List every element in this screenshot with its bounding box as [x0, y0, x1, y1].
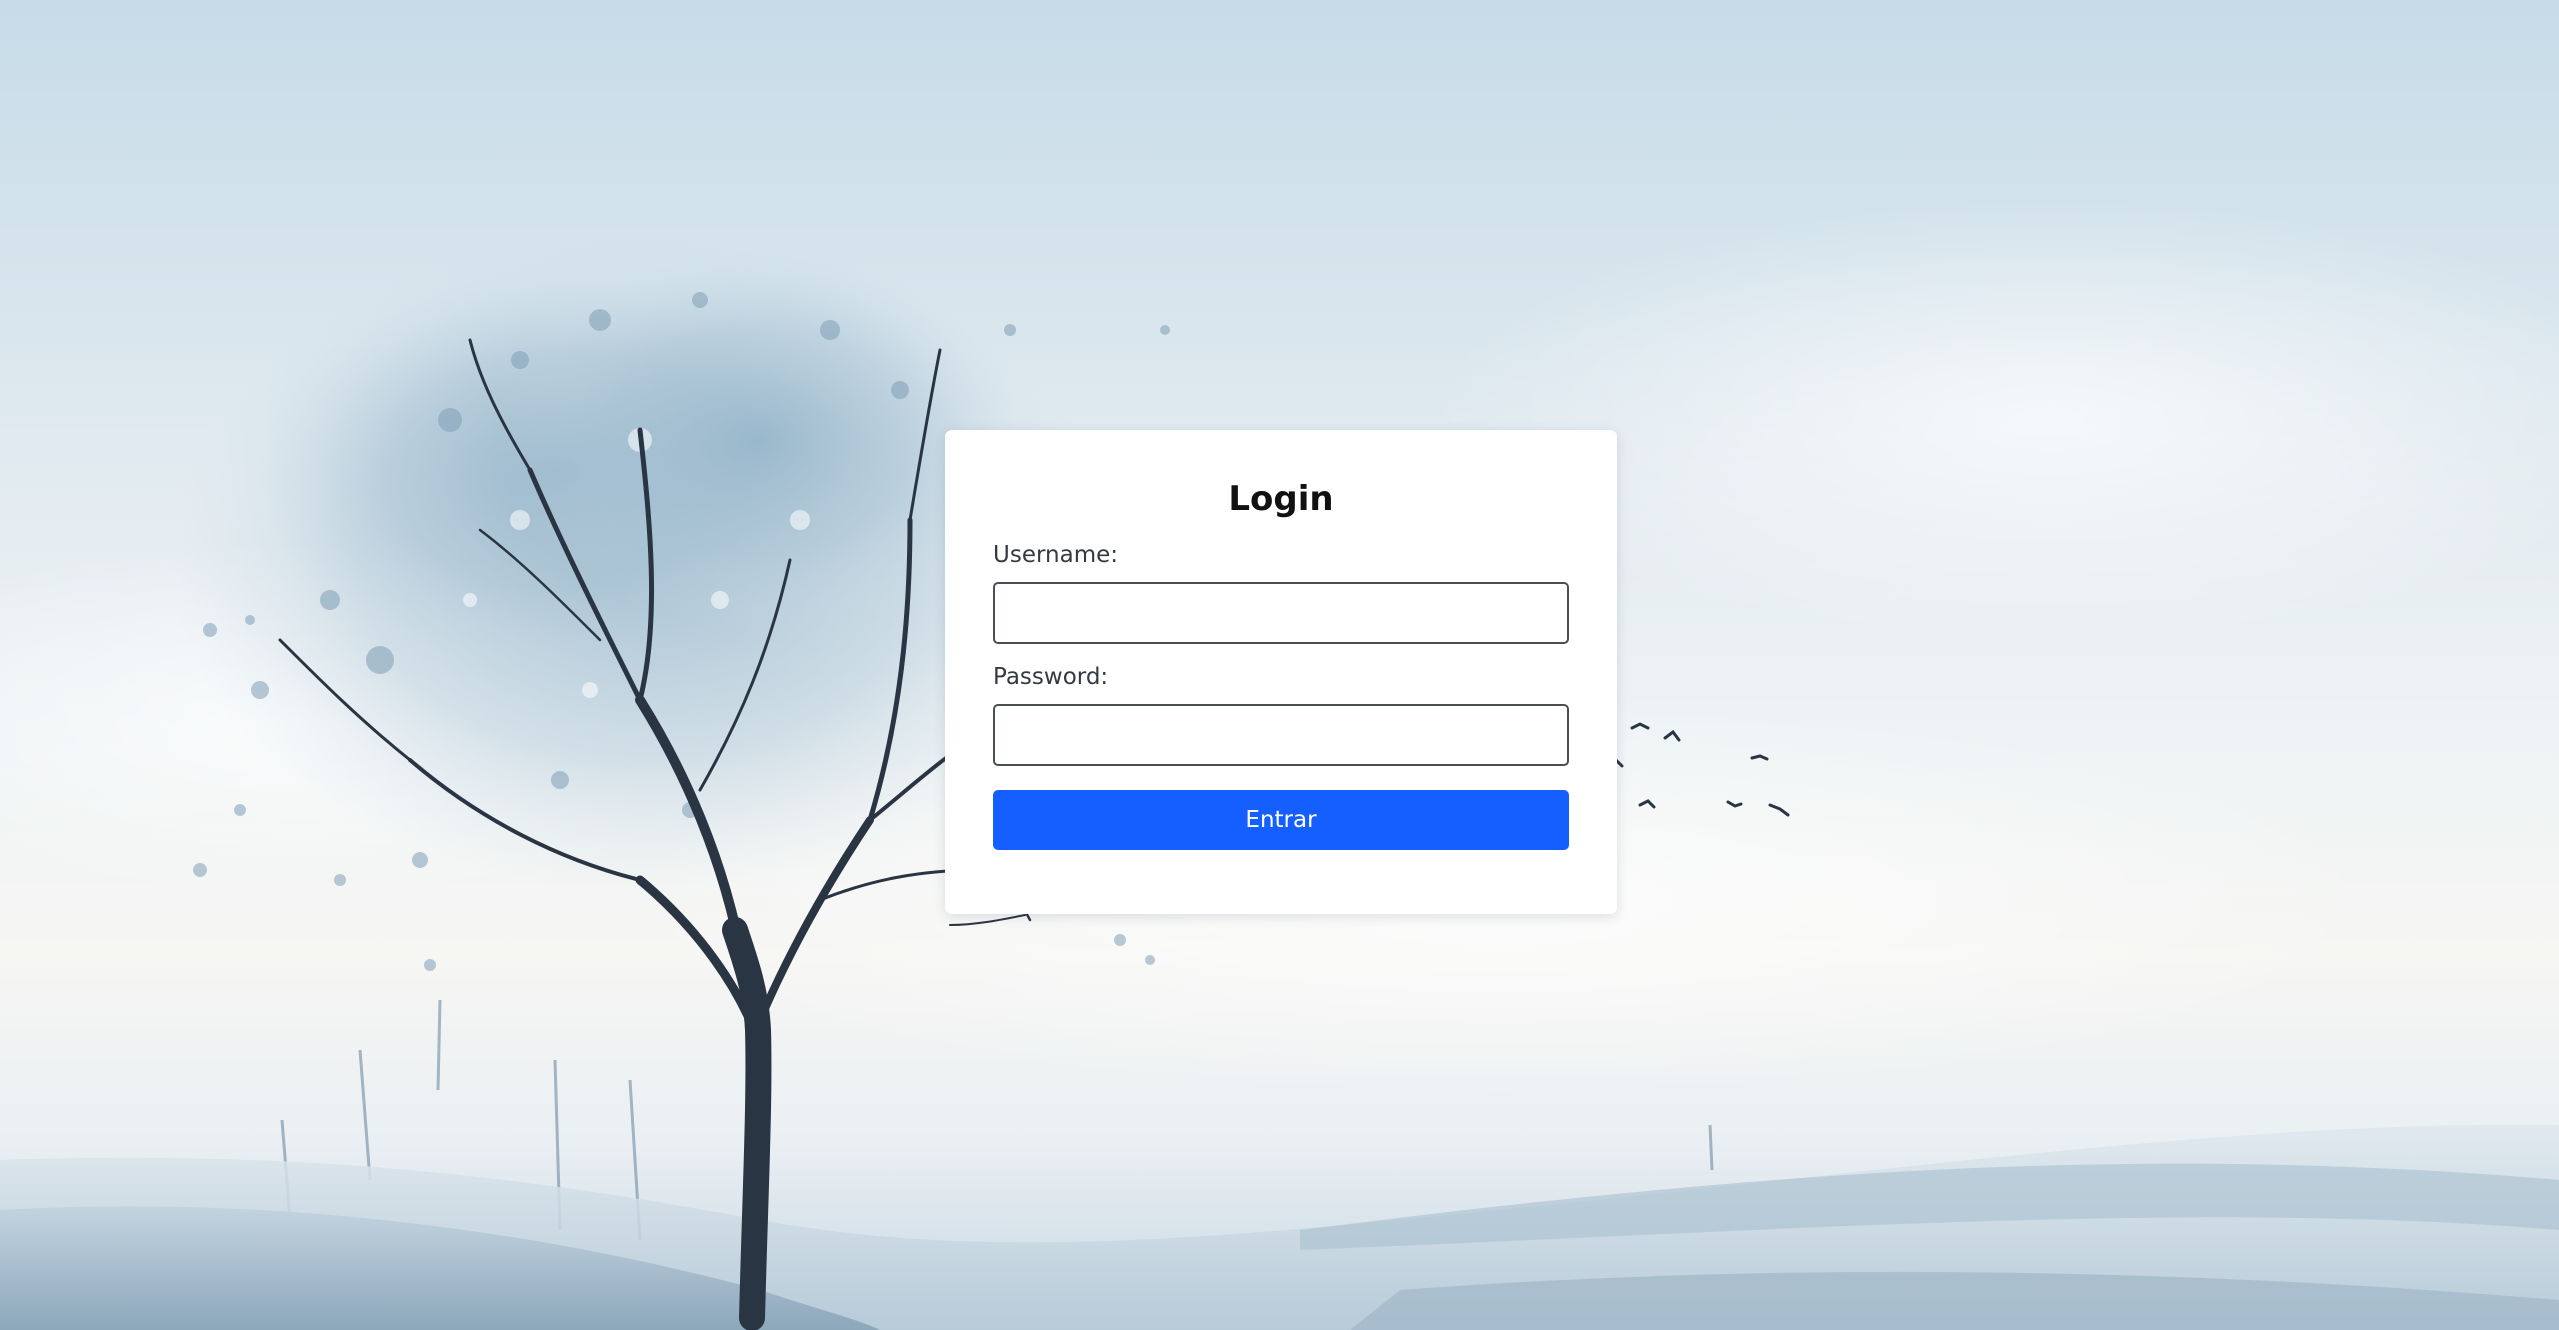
username-input[interactable] [993, 582, 1569, 644]
password-input[interactable] [993, 704, 1569, 766]
password-label: Password: [993, 664, 1109, 690]
username-label: Username: [993, 542, 1118, 568]
login-submit-button[interactable]: Entrar [993, 790, 1569, 850]
login-title: Login [1228, 479, 1334, 519]
login-page: Login Username: Password: Entrar [0, 0, 2559, 1330]
login-card: Login Username: Password: Entrar [945, 430, 1617, 914]
